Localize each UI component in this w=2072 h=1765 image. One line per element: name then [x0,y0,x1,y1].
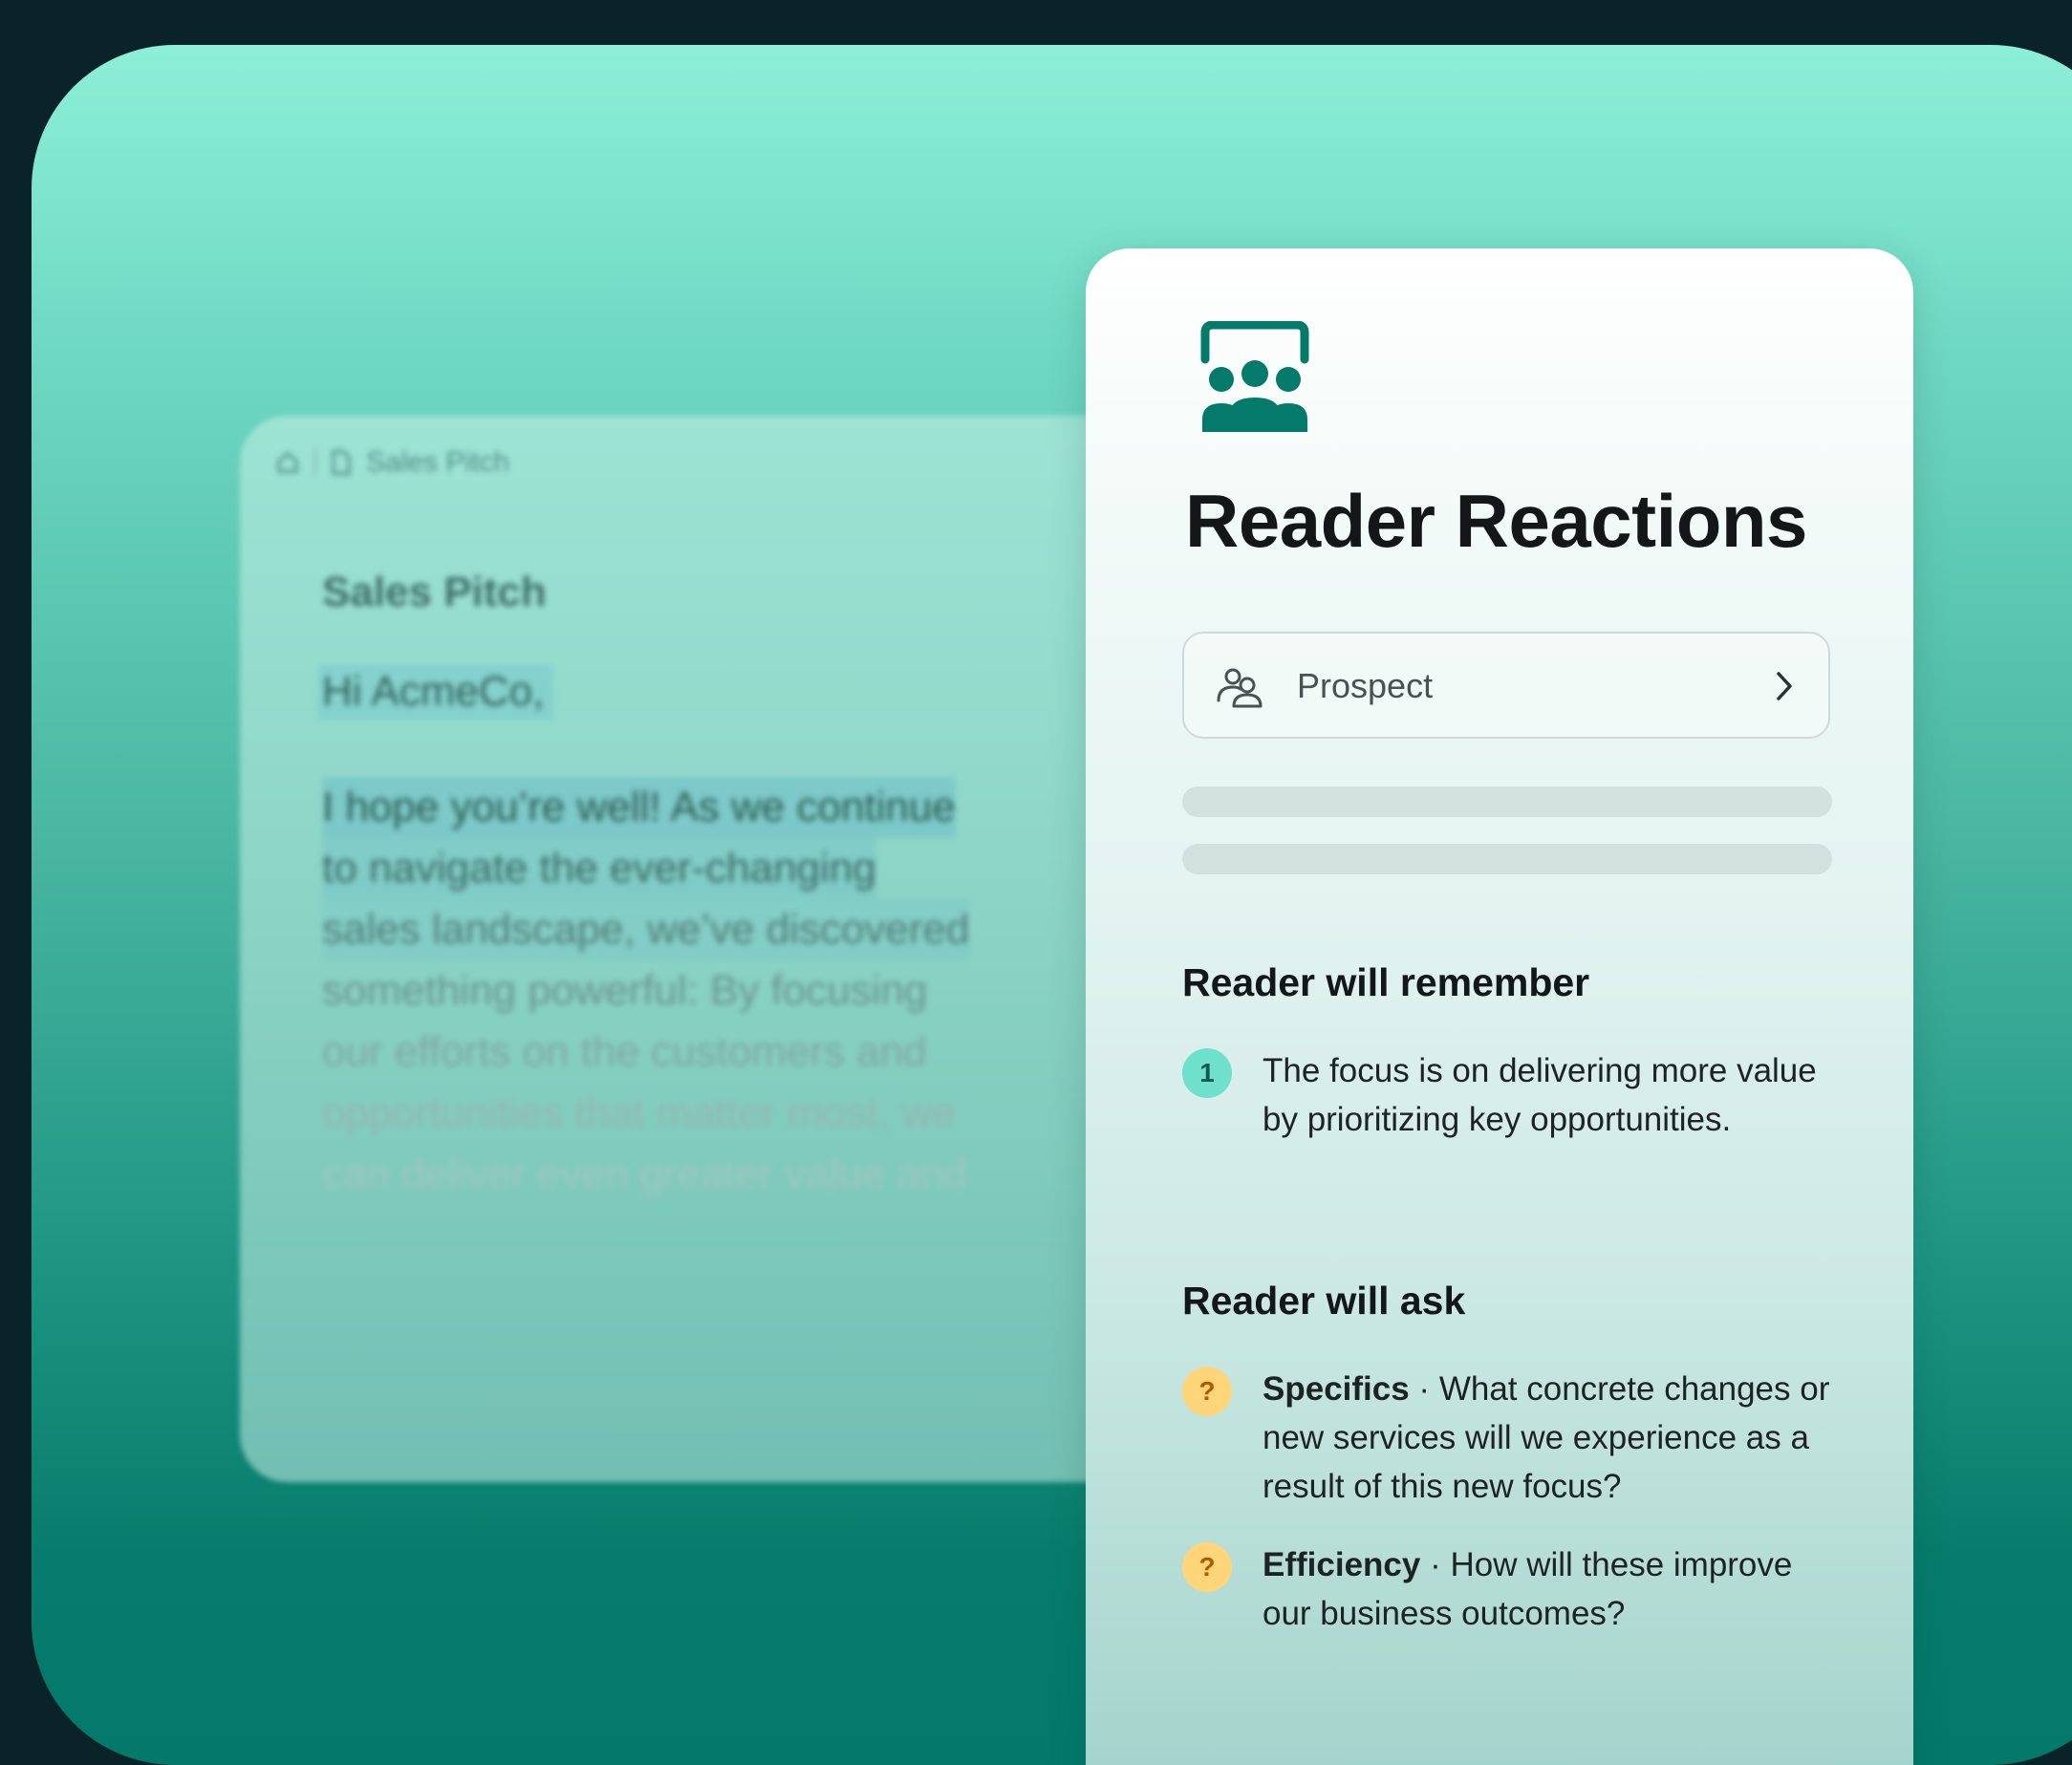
persona-selector[interactable]: Prospect [1182,632,1830,739]
document-line: something powerful: By focusing [322,967,928,1014]
audience-icon [1200,321,1309,432]
ask-heading: Reader will ask [1182,1279,1466,1323]
blurred-document: Sales Pitch Sales Pitch Hi AcmeCo, I hop… [240,416,1176,1482]
breadcrumb-label[interactable]: Sales Pitch [366,446,509,479]
ask-item-text: Efficiency · How will these improve our … [1263,1540,1836,1638]
breadcrumb: Sales Pitch [274,446,509,479]
panel-title: Reader Reactions [1185,479,1807,563]
document-line: our efforts on the customers and [322,1028,927,1075]
breadcrumb-separator [314,448,316,477]
document-line: can deliver even greater value and [322,1151,968,1197]
chevron-right-icon [1777,672,1792,700]
home-icon [277,451,298,473]
ask-item-separator: · [1420,1546,1451,1583]
people-icon [1217,668,1263,708]
document-line: I hope you’re well! As we continue [322,777,956,838]
document-body: I hope you’re well! As we continue to na… [322,777,1010,1205]
document-line: opportunities that matter most, we [322,1089,956,1136]
number-badge: 1 [1182,1048,1232,1098]
file-icon [332,449,351,476]
ask-item-text: Specifics · What concrete changes or new… [1263,1365,1836,1511]
document-line: to navigate the ever-changing [322,838,876,899]
remember-item: 1 The focus is on delivering more value … [1182,1046,1851,1199]
document-greeting: Hi AcmeCo, [318,664,554,720]
document-title: Sales Pitch [322,569,547,615]
ask-item: ? Specifics · What concrete changes or n… [1182,1365,1851,1517]
background-frame: Sales Pitch Sales Pitch Hi AcmeCo, I hop… [32,45,2072,1765]
remember-item-text: The focus is on delivering more value by… [1263,1052,1817,1138]
document-line: sales landscape, we’ve discovered [322,899,970,960]
loading-skeleton-bar [1182,844,1832,874]
ask-item-separator: · [1409,1370,1439,1408]
ask-item-label: Efficiency [1263,1546,1421,1583]
ask-item-label: Specifics [1263,1370,1410,1408]
reader-reactions-panel: Reader Reactions Prospect Reader will re… [1086,248,1913,1765]
question-badge: ? [1182,1542,1232,1592]
ask-item: ? Efficiency · How will these improve ou… [1182,1540,1851,1646]
question-badge: ? [1182,1367,1232,1416]
loading-skeleton-bar [1182,786,1832,817]
remember-heading: Reader will remember [1182,960,1590,1004]
persona-label: Prospect [1297,666,1434,705]
